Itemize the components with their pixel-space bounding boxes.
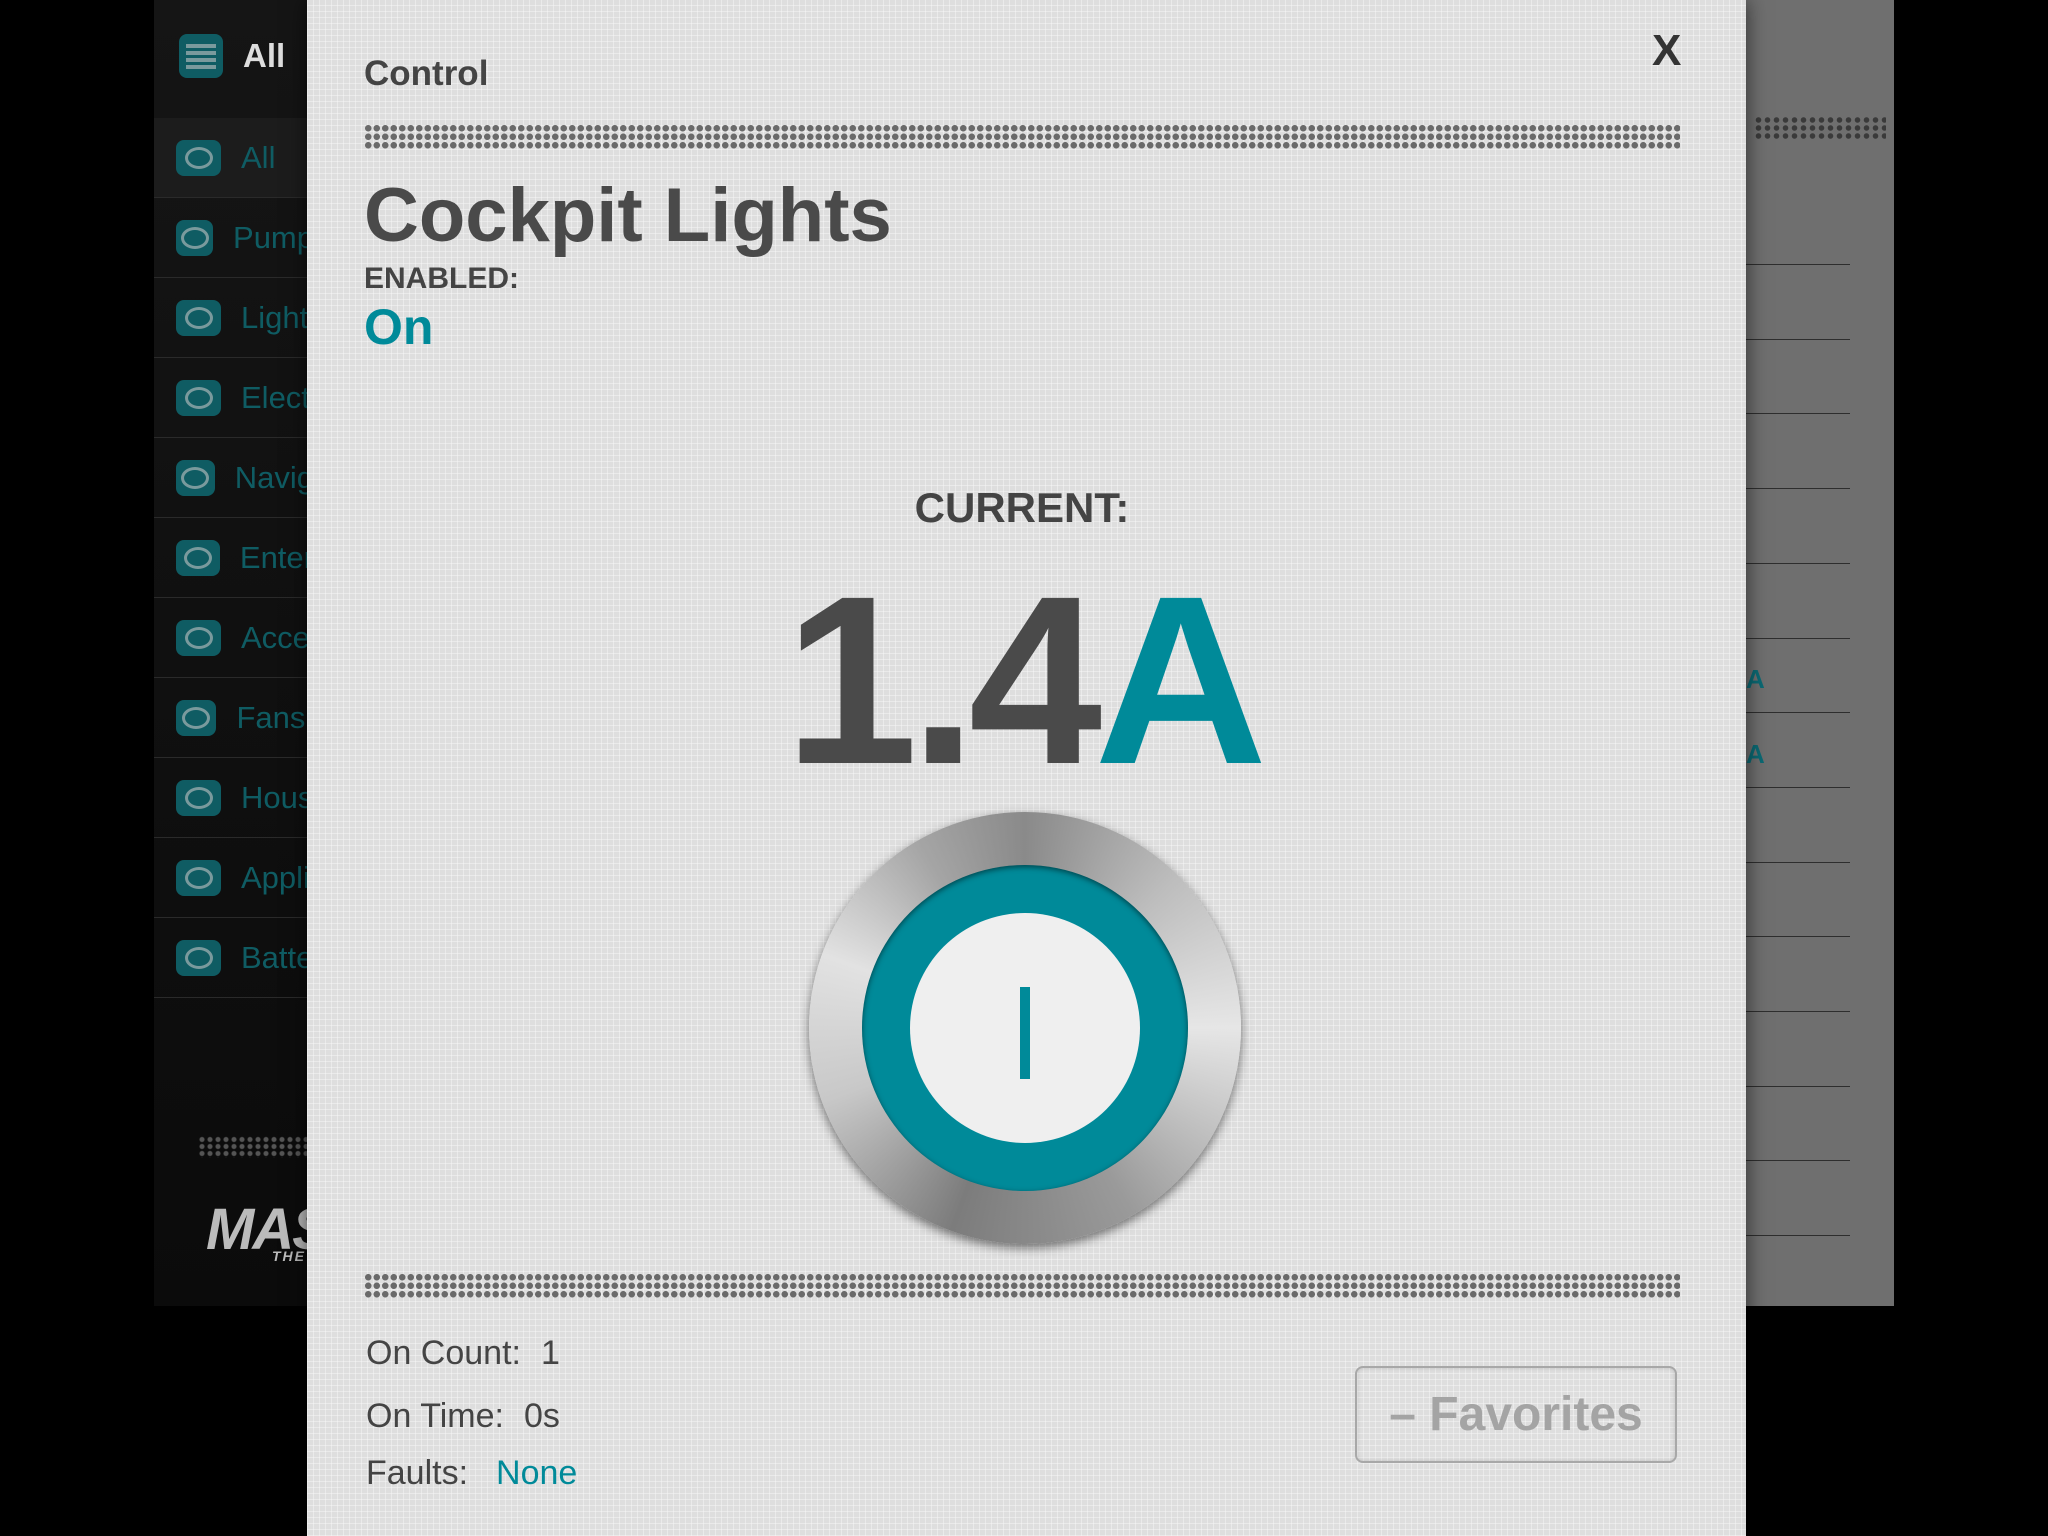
background-detail-panel: A A (1746, 0, 1894, 1306)
sidebar-item-label: Elect (241, 379, 310, 415)
row-divider (1746, 562, 1850, 564)
row-divider (1746, 1160, 1850, 1162)
row-divider (1746, 1085, 1850, 1087)
current-label: CURRENT: (914, 484, 1130, 531)
row-divider (1746, 786, 1850, 788)
modal-title: Control (364, 54, 489, 93)
category-icon (176, 139, 221, 176)
sidebar-item[interactable]: Appli (154, 838, 314, 918)
row-divider (1746, 936, 1850, 938)
sidebar-header[interactable]: All (179, 34, 285, 78)
sidebar-item[interactable]: Batte (154, 918, 314, 998)
current-value: 1.4 (784, 546, 1103, 814)
category-sidebar: All All Pump Light Elect Navig Enter Acce Fans,… (154, 0, 314, 1306)
sidebar-item-label: Batte (241, 939, 314, 975)
divider-dots (364, 1273, 1680, 1299)
divider-dots (364, 124, 1680, 150)
sidebar-item-label: Fans, (236, 699, 314, 735)
category-icon (176, 459, 215, 496)
brand-logo: MASTHE (206, 1197, 314, 1264)
divider-dots (198, 1136, 314, 1158)
category-icon (176, 619, 221, 656)
category-icon (176, 539, 220, 576)
row-divider (1746, 338, 1850, 340)
on-time-stat: On Time: 0s (366, 1397, 560, 1435)
enabled-label: ENABLED: (364, 262, 519, 295)
close-button[interactable]: X (1652, 26, 1681, 76)
row-divider (1746, 712, 1850, 714)
sidebar-item-label: Navig (234, 459, 314, 495)
unit-label: A (1746, 664, 1765, 694)
row-divider (1746, 413, 1850, 415)
category-icon (176, 779, 221, 816)
row-divider (1746, 264, 1850, 265)
sidebar-item[interactable]: Enter (154, 518, 314, 598)
sidebar-item-label: Hous (241, 779, 314, 815)
power-button-face (910, 913, 1140, 1143)
sidebar-item-label: All (241, 139, 276, 175)
row-divider (1746, 861, 1850, 863)
sidebar-item-label: Light (241, 299, 309, 335)
divider-dots (1754, 116, 1886, 140)
row-divider (1746, 1011, 1850, 1012)
unit-label: A (1746, 739, 1765, 769)
sidebar-item[interactable]: Acce (154, 598, 314, 678)
power-ring (862, 865, 1188, 1191)
list-icon (179, 34, 223, 78)
sidebar-item[interactable]: Pump (154, 198, 314, 278)
category-icon (176, 699, 217, 736)
sidebar-item-label: Enter (239, 539, 314, 575)
sidebar-header-label: All (243, 37, 286, 74)
device-name: Cockpit Lights (364, 173, 892, 258)
row-divider (1746, 1235, 1850, 1237)
sidebar-item[interactable]: Light (154, 278, 314, 358)
row-divider (1746, 488, 1850, 490)
enabled-value: On (364, 299, 434, 355)
remove-favorites-button[interactable]: – Favorites (1355, 1366, 1677, 1463)
on-count-stat: On Count: 1 (366, 1334, 560, 1372)
current-unit: A (1094, 546, 1267, 814)
power-on-icon (1020, 987, 1030, 1079)
power-toggle-button[interactable] (809, 812, 1241, 1244)
category-icon (176, 379, 221, 416)
control-modal: Control X Cockpit Lights ENABLED: On CUR… (307, 0, 1746, 1536)
sidebar-item[interactable]: Elect (154, 358, 314, 438)
category-icon (176, 219, 214, 256)
sidebar-item[interactable]: All (154, 118, 314, 198)
sidebar-item[interactable]: Fans, (154, 678, 314, 758)
category-icon (176, 299, 221, 336)
sidebar-item-label: Appli (241, 859, 310, 895)
category-icon (176, 939, 221, 976)
sidebar-item-label: Acce (241, 619, 310, 655)
sidebar-item-label: Pump (233, 219, 314, 255)
sidebar-item[interactable]: Hous (154, 758, 314, 838)
category-icon (176, 859, 221, 896)
row-divider (1746, 637, 1850, 639)
current-readout: 1.4A (307, 560, 1737, 800)
faults-stat: Faults: None (366, 1454, 578, 1492)
sidebar-item[interactable]: Navig (154, 438, 314, 518)
